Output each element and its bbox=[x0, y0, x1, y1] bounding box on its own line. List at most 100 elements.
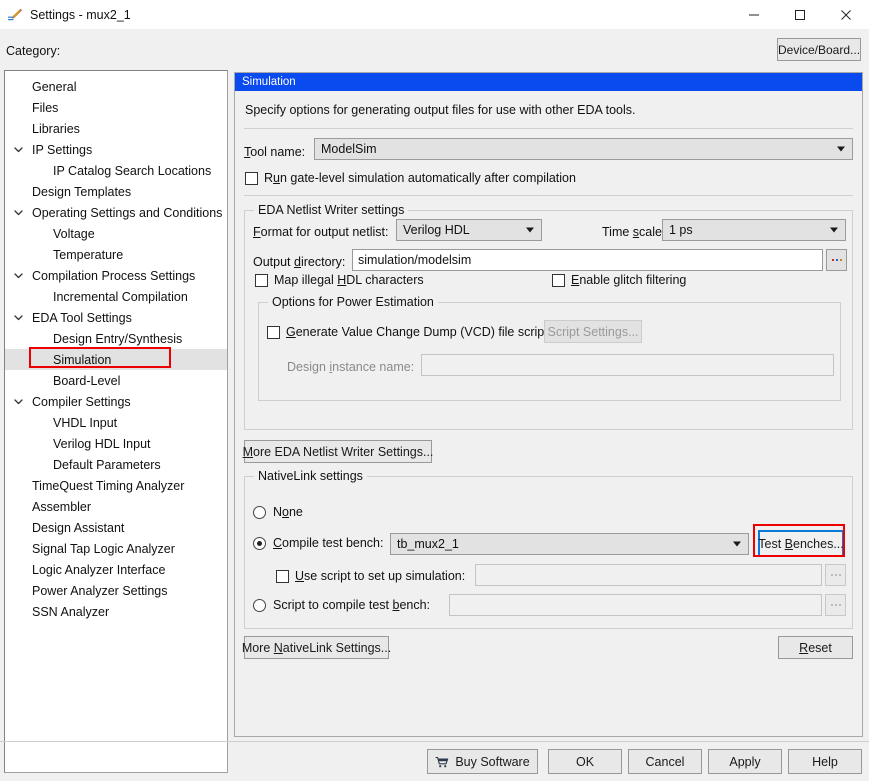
eda-netlist-writer-group: EDA Netlist Writer settings Format for o… bbox=[244, 203, 853, 430]
tree-item-voltage[interactable]: Voltage bbox=[5, 223, 227, 244]
output-directory-input[interactable]: simulation/modelsim bbox=[352, 249, 823, 271]
tree-item-libraries[interactable]: Libraries bbox=[5, 118, 227, 139]
browse-ellipsis-icon bbox=[838, 574, 841, 576]
script-compile-input bbox=[449, 594, 822, 616]
reset-button[interactable]: Reset bbox=[778, 636, 853, 659]
tree-item-ip-catalog-search-locations[interactable]: IP Catalog Search Locations bbox=[5, 160, 227, 181]
chevron-down-icon[interactable] bbox=[13, 265, 27, 286]
ok-button[interactable]: OK bbox=[548, 749, 622, 774]
tree-item-compilation-process-settings[interactable]: Compilation Process Settings bbox=[5, 265, 227, 286]
chevron-down-icon[interactable] bbox=[13, 391, 27, 412]
chevron-down-icon bbox=[526, 227, 534, 233]
use-script-setup-label: Use script to set up simulation: bbox=[295, 569, 466, 583]
run-gatelevel-checkbox[interactable]: Run gate-level simulation automatically … bbox=[245, 171, 576, 185]
maximize-icon[interactable] bbox=[777, 0, 823, 29]
tree-item-label: SSN Analyzer bbox=[32, 604, 110, 619]
tree-item-label: Design Assistant bbox=[32, 520, 125, 535]
tree-item-label: Design Templates bbox=[32, 184, 132, 199]
chevron-down-icon bbox=[837, 146, 845, 152]
tree-item-compiler-settings[interactable]: Compiler Settings bbox=[5, 391, 227, 412]
chevron-down-icon[interactable] bbox=[13, 202, 27, 223]
chevron-down-icon[interactable] bbox=[13, 139, 27, 160]
radio-compile-test-bench[interactable]: Compile test bench: bbox=[253, 536, 383, 550]
format-combo[interactable]: Verilog HDL bbox=[396, 219, 542, 241]
tree-item-label: Default Parameters bbox=[53, 457, 161, 472]
footer-divider bbox=[0, 741, 869, 742]
radio-circle bbox=[253, 536, 266, 550]
tree-item-power-analyzer-settings[interactable]: Power Analyzer Settings bbox=[5, 580, 227, 601]
chevron-down-icon[interactable] bbox=[13, 307, 27, 328]
tree-item-label: IP Settings bbox=[32, 142, 93, 157]
radio-compile-test-bench-label: Compile test bench: bbox=[273, 536, 384, 550]
tree-item-temperature[interactable]: Temperature bbox=[5, 244, 227, 265]
timescale-combo[interactable]: 1 ps bbox=[662, 219, 846, 241]
tree-item-vhdl-input[interactable]: VHDL Input bbox=[5, 412, 227, 433]
divider bbox=[244, 128, 853, 129]
simulation-settings-panel: Simulation Specify options for generatin… bbox=[234, 72, 863, 737]
generate-vcd-checkbox[interactable]: Generate Value Change Dump (VCD) file sc… bbox=[267, 325, 548, 339]
test-benches-button[interactable]: Test Benches... bbox=[758, 530, 844, 557]
radio-none[interactable]: None bbox=[253, 505, 303, 519]
minimize-icon[interactable] bbox=[731, 0, 777, 29]
device-board-button[interactable]: Device/Board... bbox=[777, 38, 861, 61]
tree-item-eda-tool-settings[interactable]: EDA Tool Settings bbox=[5, 307, 227, 328]
more-nativelink-settings-button[interactable]: More NativeLink Settings... bbox=[241, 636, 392, 659]
more-eda-netlist-writer-settings-button[interactable]: More EDA Netlist Writer Settings... bbox=[243, 440, 433, 463]
tree-item-signal-tap-logic-analyzer[interactable]: Signal Tap Logic Analyzer bbox=[5, 538, 227, 559]
buy-software-button[interactable]: Buy Software bbox=[427, 749, 538, 774]
tree-item-design-assistant[interactable]: Design Assistant bbox=[5, 517, 227, 538]
radio-circle bbox=[253, 598, 266, 612]
tool-name-combo[interactable]: ModelSim bbox=[314, 138, 853, 160]
tree-item-verilog-hdl-input[interactable]: Verilog HDL Input bbox=[5, 433, 227, 454]
tree-item-timequest-timing-analyzer[interactable]: TimeQuest Timing Analyzer bbox=[5, 475, 227, 496]
tree-item-ssn-analyzer[interactable]: SSN Analyzer bbox=[5, 601, 227, 622]
radio-script-compile-label: Script to compile test bench: bbox=[273, 598, 431, 612]
enable-glitch-filtering-checkbox[interactable]: Enable glitch filtering bbox=[552, 273, 686, 287]
close-icon[interactable] bbox=[823, 0, 869, 29]
test-benches-label: Test Benches... bbox=[758, 536, 844, 551]
cancel-button[interactable]: Cancel bbox=[628, 749, 702, 774]
window-controls bbox=[731, 0, 869, 29]
script-compile-browse-button bbox=[825, 594, 846, 616]
apply-button[interactable]: Apply bbox=[708, 749, 782, 774]
panel-description: Specify options for generating output fi… bbox=[245, 103, 636, 117]
tree-item-board-level[interactable]: Board-Level bbox=[5, 370, 227, 391]
tree-item-design-entry-synthesis[interactable]: Design Entry/Synthesis bbox=[5, 328, 227, 349]
power-estimation-group-title: Options for Power Estimation bbox=[268, 295, 438, 309]
radio-script-compile-test-bench[interactable]: Script to compile test bench: bbox=[253, 598, 430, 612]
checkbox-box bbox=[552, 273, 565, 287]
output-directory-value: simulation/modelsim bbox=[358, 253, 472, 267]
output-directory-browse-button[interactable] bbox=[826, 249, 847, 271]
pencil-icon bbox=[7, 7, 23, 23]
browse-ellipsis-icon bbox=[835, 259, 838, 261]
tree-item-general[interactable]: General bbox=[5, 76, 227, 97]
category-tree[interactable]: General Files Libraries IP Settings IP Catal… bbox=[4, 70, 228, 773]
tree-item-assembler[interactable]: Assembler bbox=[5, 496, 227, 517]
tree-item-operating-settings-and-conditions[interactable]: Operating Settings and Conditions bbox=[5, 202, 227, 223]
tree-item-default-parameters[interactable]: Default Parameters bbox=[5, 454, 227, 475]
timescale-label: Time scale: bbox=[602, 225, 666, 239]
test-bench-combo[interactable]: tb_mux2_1 bbox=[390, 533, 749, 555]
map-illegal-hdl-checkbox[interactable]: Map illegal HDL characters bbox=[255, 273, 424, 287]
format-value: Verilog HDL bbox=[403, 223, 470, 237]
more-nativelink-label: More NativeLink Settings... bbox=[241, 640, 392, 655]
script-settings-button: Script Settings... bbox=[544, 320, 642, 343]
tree-item-logic-analyzer-interface[interactable]: Logic Analyzer Interface bbox=[5, 559, 227, 580]
chevron-down-icon bbox=[830, 227, 838, 233]
shopping-cart-icon bbox=[435, 756, 449, 768]
browse-ellipsis-icon bbox=[830, 574, 833, 576]
title-bar: Settings - mux2_1 bbox=[0, 0, 869, 29]
tree-item-simulation[interactable]: Simulation bbox=[5, 349, 227, 370]
test-bench-value: tb_mux2_1 bbox=[397, 537, 459, 551]
tree-item-files[interactable]: Files bbox=[5, 97, 227, 118]
tree-item-label: Files bbox=[32, 100, 59, 115]
tree-item-incremental-compilation[interactable]: Incremental Compilation bbox=[5, 286, 227, 307]
nativelink-group: NativeLink settings None Compile test be… bbox=[244, 469, 853, 629]
nativelink-group-title: NativeLink settings bbox=[254, 469, 367, 483]
help-button[interactable]: Help bbox=[788, 749, 862, 774]
use-script-setup-checkbox[interactable]: Use script to set up simulation: bbox=[276, 569, 465, 583]
checkbox-box bbox=[245, 171, 258, 185]
tree-item-label: Board-Level bbox=[53, 373, 121, 388]
tree-item-ip-settings[interactable]: IP Settings bbox=[5, 139, 227, 160]
tree-item-design-templates[interactable]: Design Templates bbox=[5, 181, 227, 202]
